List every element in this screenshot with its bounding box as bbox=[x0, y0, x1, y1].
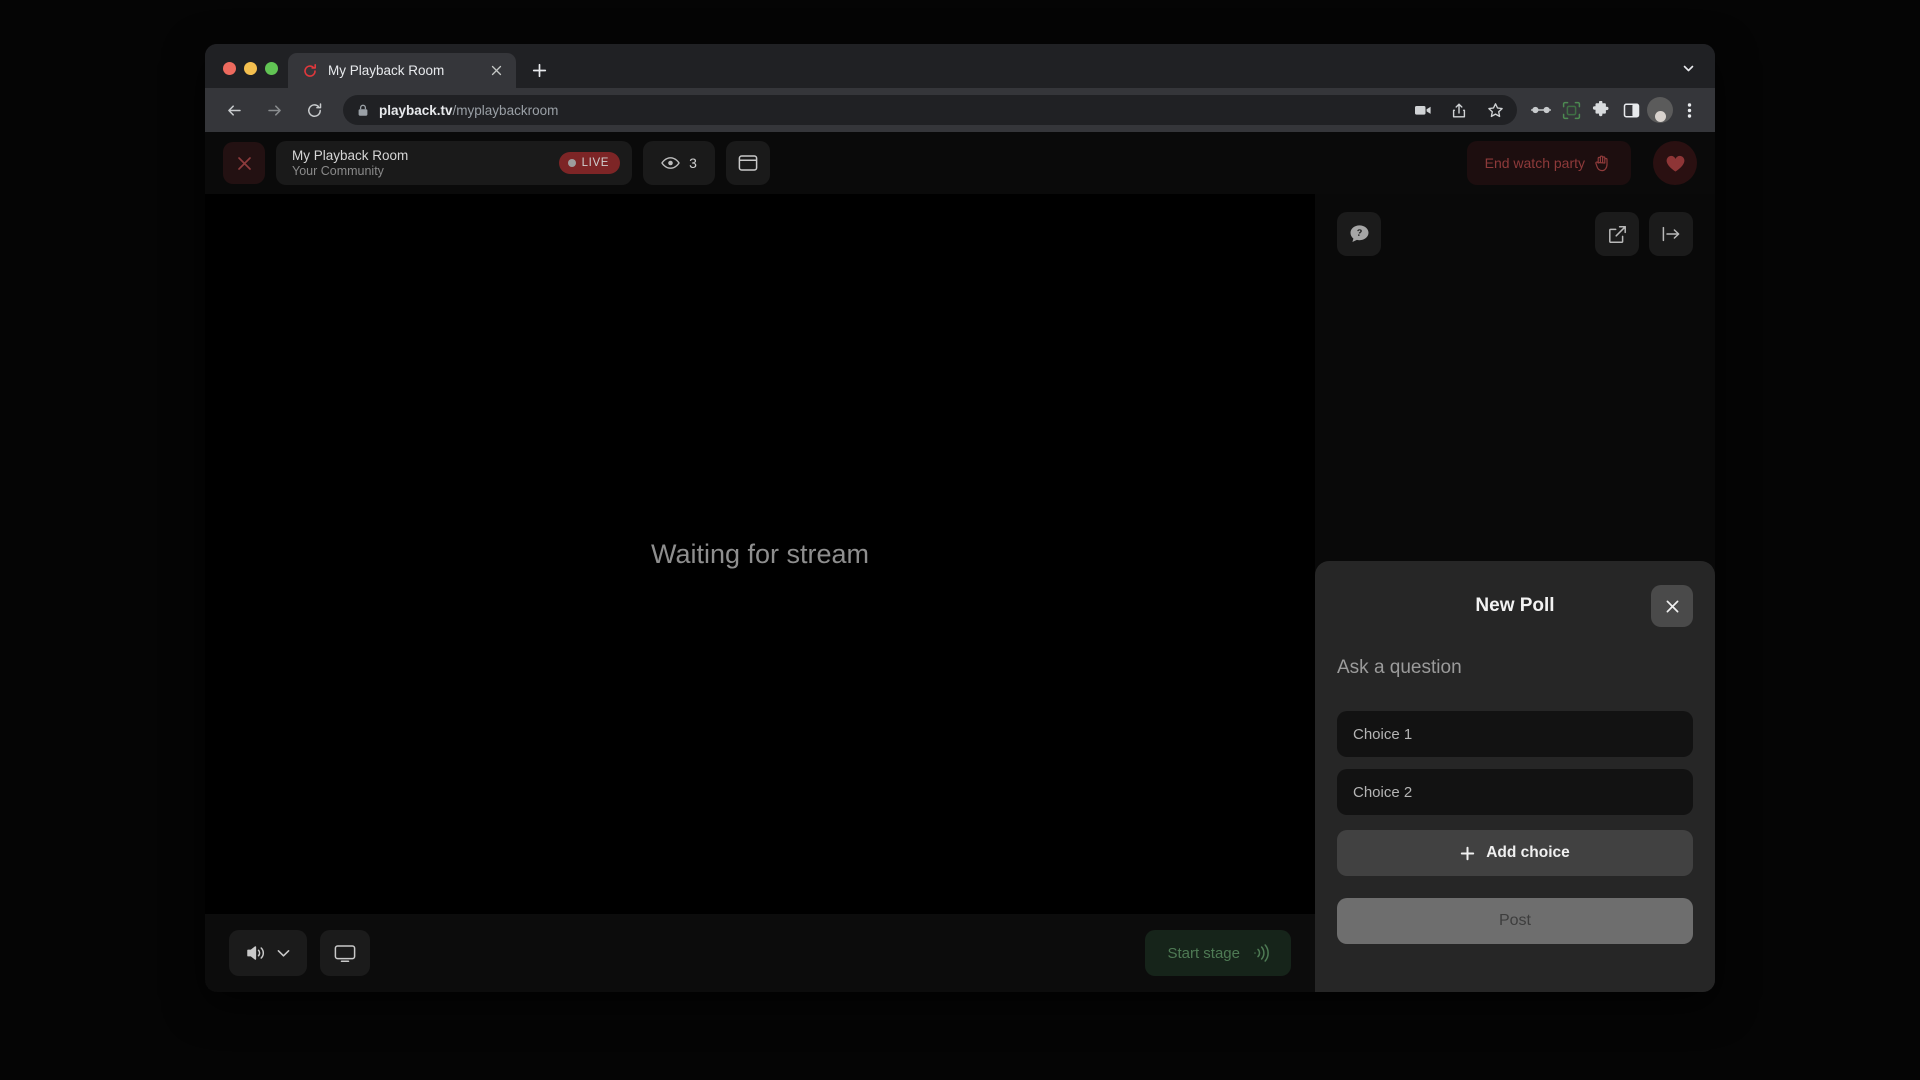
browser-tab-strip: My Playback Room bbox=[205, 44, 1715, 88]
app-header: My Playback Room Your Community LIVE 3 E… bbox=[205, 132, 1715, 194]
address-bar-url: playback.tv/myplaybackroom bbox=[379, 103, 558, 118]
browser-tab[interactable]: My Playback Room bbox=[288, 53, 516, 88]
wave-hand-icon bbox=[1594, 154, 1613, 173]
broadcast-icon bbox=[1251, 944, 1269, 962]
post-poll-button[interactable]: Post bbox=[1337, 898, 1693, 944]
popout-sidebar-button[interactable] bbox=[1595, 212, 1639, 256]
extensions-puzzle-icon[interactable] bbox=[1587, 96, 1615, 124]
new-tab-button[interactable] bbox=[524, 55, 554, 85]
monitor-icon[interactable] bbox=[320, 930, 370, 976]
video-stage[interactable]: Waiting for stream bbox=[205, 194, 1315, 914]
room-meta: My Playback Room Your Community bbox=[292, 148, 559, 178]
browser-toolbar: playback.tv/myplaybackroom bbox=[205, 88, 1715, 132]
browser-tab-title: My Playback Room bbox=[328, 63, 445, 78]
poll-choice-input-1[interactable]: Choice 1 bbox=[1337, 711, 1693, 757]
stage-column: Waiting for stream Start stage bbox=[205, 194, 1315, 992]
volume-icon bbox=[246, 944, 267, 962]
omnibox-actions bbox=[1409, 96, 1509, 124]
close-icon bbox=[1664, 598, 1681, 615]
room-info-pill[interactable]: My Playback Room Your Community LIVE bbox=[276, 141, 632, 185]
sidebar-toolbar bbox=[1315, 194, 1715, 274]
address-bar[interactable]: playback.tv/myplaybackroom bbox=[343, 95, 1517, 125]
eye-icon bbox=[661, 156, 680, 170]
post-poll-label: Post bbox=[1498, 912, 1531, 929]
add-choice-button[interactable]: Add choice bbox=[1337, 830, 1693, 876]
poll-choice-placeholder-2: Choice 2 bbox=[1353, 783, 1413, 801]
window-minimize-button[interactable] bbox=[244, 62, 257, 75]
help-chat-button[interactable] bbox=[1337, 212, 1381, 256]
close-icon[interactable] bbox=[487, 61, 506, 80]
three-dot-menu-icon[interactable] bbox=[1675, 96, 1703, 124]
lock-icon bbox=[357, 104, 369, 117]
external-link-icon bbox=[1608, 225, 1627, 244]
viewer-count: 3 bbox=[689, 155, 697, 171]
page-title: New Poll bbox=[1475, 595, 1555, 616]
screen-capture-icon[interactable] bbox=[1557, 96, 1585, 124]
live-label: LIVE bbox=[581, 157, 609, 169]
video-camera-icon[interactable] bbox=[1409, 96, 1437, 124]
back-arrow-icon[interactable] bbox=[219, 95, 249, 125]
collapse-sidebar-button[interactable] bbox=[1649, 212, 1693, 256]
live-dot-icon bbox=[567, 159, 576, 167]
side-panel-icon[interactable] bbox=[1617, 96, 1645, 124]
plus-icon bbox=[1460, 846, 1475, 861]
window-traffic-lights bbox=[219, 62, 288, 88]
end-watch-party-button[interactable]: End watch party bbox=[1466, 141, 1631, 185]
start-stage-button[interactable]: Start stage bbox=[1145, 930, 1291, 976]
window-maximize-button[interactable] bbox=[265, 62, 278, 75]
share-icon[interactable] bbox=[1445, 96, 1473, 124]
star-icon[interactable] bbox=[1481, 96, 1509, 124]
heart-icon[interactable] bbox=[1653, 141, 1697, 185]
close-room-button[interactable] bbox=[223, 142, 265, 184]
chevron-down-icon[interactable] bbox=[277, 949, 290, 958]
close-poll-button[interactable] bbox=[1651, 585, 1693, 627]
close-icon bbox=[236, 155, 253, 172]
app-body: Waiting for stream Start stage New Poll … bbox=[205, 194, 1715, 992]
forward-arrow-icon[interactable] bbox=[259, 95, 289, 125]
collapse-sidebar-icon bbox=[1661, 225, 1681, 243]
new-poll-panel: New Poll Ask a question Choice 1 Choice … bbox=[1315, 561, 1715, 992]
poll-header: New Poll bbox=[1337, 583, 1693, 629]
profile-avatar[interactable] bbox=[1647, 97, 1673, 123]
poll-choice-input-2[interactable]: Choice 2 bbox=[1337, 769, 1693, 815]
playback-app: My Playback Room Your Community LIVE 3 E… bbox=[205, 132, 1715, 992]
stage-controls: Start stage bbox=[205, 914, 1315, 992]
start-stage-label: Start stage bbox=[1167, 944, 1240, 962]
right-sidebar: New Poll Ask a question Choice 1 Choice … bbox=[1315, 194, 1715, 992]
room-subtitle: Your Community bbox=[292, 164, 384, 178]
status-badge: LIVE bbox=[558, 152, 620, 174]
room-name: My Playback Room bbox=[292, 148, 409, 163]
volume-button[interactable] bbox=[229, 930, 307, 976]
avatar-head bbox=[1654, 111, 1666, 122]
layout-panel-icon[interactable] bbox=[726, 141, 770, 185]
window-close-button[interactable] bbox=[223, 62, 236, 75]
question-chat-bubble-icon bbox=[1349, 224, 1370, 244]
chevron-down-icon[interactable] bbox=[1677, 57, 1699, 79]
add-choice-label: Add choice bbox=[1486, 844, 1570, 861]
poll-question-input[interactable]: Ask a question bbox=[1337, 657, 1693, 679]
browser-window: My Playback Room playback.tv/myplaybackr… bbox=[205, 44, 1715, 992]
replay-loop-icon bbox=[302, 63, 318, 79]
waiting-for-stream-text: Waiting for stream bbox=[650, 538, 870, 569]
poll-choice-placeholder-1: Choice 1 bbox=[1353, 725, 1413, 743]
reload-icon[interactable] bbox=[299, 95, 329, 125]
viewer-count-pill[interactable]: 3 bbox=[643, 141, 715, 185]
poll-choices-list: Choice 1 Choice 2 Add choice bbox=[1337, 711, 1693, 876]
url-host: playback.tv bbox=[379, 102, 453, 118]
glasses-icon[interactable] bbox=[1527, 96, 1555, 124]
url-path: /myplaybackroom bbox=[452, 102, 559, 118]
end-watch-party-label: End watch party bbox=[1484, 155, 1585, 171]
